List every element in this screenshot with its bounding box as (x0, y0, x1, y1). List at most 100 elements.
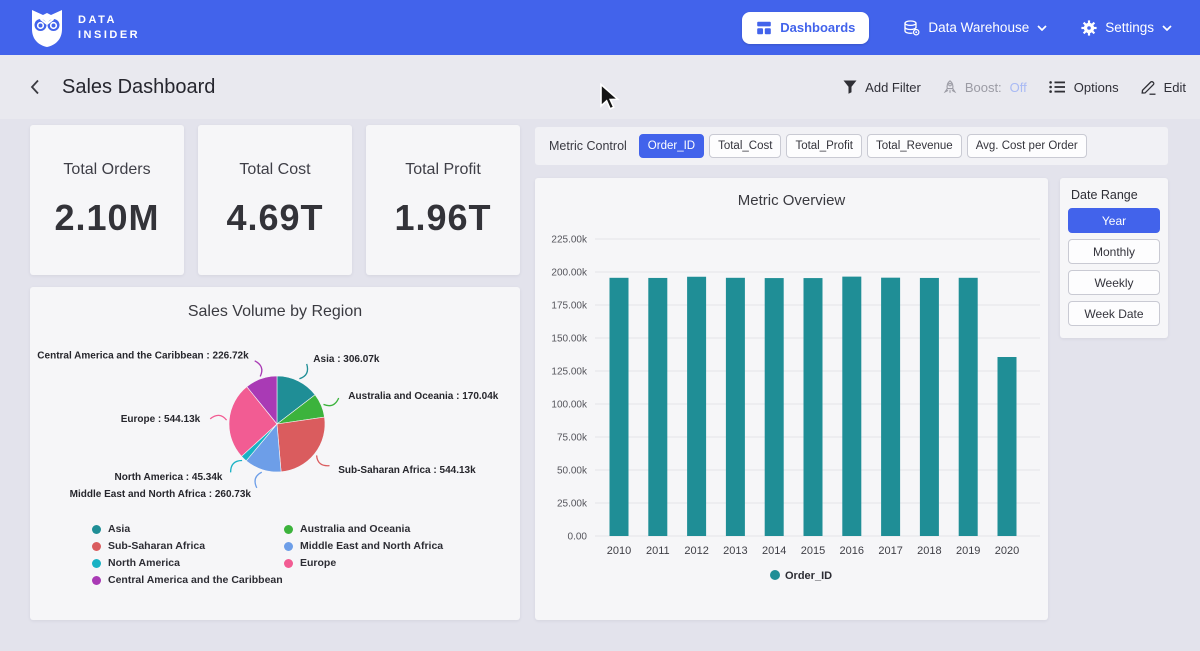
legend-dot (92, 525, 101, 534)
legend-label: Asia (108, 523, 130, 535)
pie-label-sub-saharan-africa: Sub-Saharan Africa : 544.13k (338, 465, 476, 476)
metric-chip-total-revenue[interactable]: Total_Revenue (867, 134, 962, 158)
edit-label: Edit (1164, 80, 1186, 95)
bar-2012[interactable] (687, 277, 706, 536)
top-nav: DATA INSIDER Dashboards (0, 0, 1200, 55)
pie-chart-card: Sales Volume by Region Asia : 306.07kAus… (30, 287, 520, 620)
chevron-down-icon (1162, 25, 1172, 31)
pie-leader-line (231, 461, 243, 473)
chevron-left-icon (30, 79, 40, 95)
x-tick-label: 2020 (995, 545, 1019, 557)
data-warehouse-menu[interactable]: Data Warehouse (903, 20, 1047, 36)
kpi-card-total-profit: Total Profit 1.96T (366, 125, 520, 275)
list-options-icon (1049, 80, 1066, 94)
legend-item-asia[interactable]: Asia (92, 523, 284, 535)
legend-item-middle-east-and-north-africa[interactable]: Middle East and North Africa (284, 540, 476, 552)
metric-chip-total-profit[interactable]: Total_Profit (786, 134, 862, 158)
pie-legend: Asia Sub-Saharan Africa North America Centr… (30, 523, 520, 591)
metric-chip-total-cost[interactable]: Total_Cost (709, 134, 781, 158)
y-tick-label: 100.00k (551, 400, 588, 411)
bar-2017[interactable] (881, 278, 900, 536)
legend-label: Middle East and North Africa (300, 540, 443, 552)
metric-chip-avg-cost-per-order[interactable]: Avg. Cost per Order (967, 134, 1087, 158)
y-tick-label: 50.00k (557, 466, 588, 477)
pie-label-europe: Europe : 544.13k (121, 414, 201, 425)
bar-legend-label: Order_ID (785, 570, 832, 582)
bar-2011[interactable] (648, 278, 667, 536)
brand-line2: INSIDER (78, 29, 140, 41)
legend-dot (284, 559, 293, 568)
bar-chart: 0.0025.00k50.00k75.00k100.00k125.00k150.… (535, 209, 1048, 611)
legend-label: Central America and the Caribbean (108, 574, 283, 586)
date-range-week-date[interactable]: Week Date (1068, 301, 1160, 326)
dashboard-body: Total Orders 2.10M Total Cost 4.69T Tota… (0, 119, 1200, 620)
nav-menu: Dashboards Data Warehouse (742, 12, 1172, 44)
x-tick-label: 2013 (723, 545, 747, 557)
bar-2014[interactable] (765, 278, 784, 536)
page-title: Sales Dashboard (62, 76, 215, 99)
pie-legend-column: Australia and Oceania Middle East and Nor… (284, 523, 476, 591)
legend-item-europe[interactable]: Europe (284, 557, 476, 569)
brand-logo[interactable]: DATA INSIDER (28, 8, 140, 48)
pie-leader-line (210, 415, 226, 420)
legend-item-north-america[interactable]: North America (92, 557, 284, 569)
metric-chip-order-id[interactable]: Order_ID (639, 134, 704, 158)
x-tick-label: 2017 (878, 545, 902, 557)
bar-chart-title: Metric Overview (535, 178, 1048, 209)
metric-control-bar: Metric Control Order_IDTotal_CostTotal_P… (535, 127, 1168, 165)
left-column: Total Orders 2.10M Total Cost 4.69T Tota… (30, 125, 520, 620)
date-range-panel: Date Range Year Monthly Weekly Week Date (1060, 178, 1168, 338)
boost-label: Boost: (965, 80, 1002, 95)
bar-2016[interactable] (842, 277, 861, 536)
edit-button[interactable]: Edit (1141, 80, 1186, 95)
dashboards-button[interactable]: Dashboards (742, 12, 869, 44)
right-column: Metric Control Order_IDTotal_CostTotal_P… (535, 125, 1168, 620)
y-tick-label: 75.00k (557, 433, 588, 444)
metric-buttons: Order_IDTotal_CostTotal_ProfitTotal_Reve… (639, 134, 1087, 158)
x-tick-label: 2014 (762, 545, 786, 557)
date-range-buttons: Year Monthly Weekly Week Date (1068, 208, 1160, 326)
kpi-card-total-orders: Total Orders 2.10M (30, 125, 184, 275)
x-tick-label: 2016 (840, 545, 864, 557)
bar-2015[interactable] (804, 278, 823, 536)
rocket-icon (943, 80, 957, 94)
bar-2019[interactable] (959, 278, 978, 536)
boost-value: Off (1010, 80, 1027, 95)
add-filter-label: Add Filter (865, 80, 921, 95)
legend-item-central-america-and-the-caribbean[interactable]: Central America and the Caribbean (92, 574, 284, 586)
kpi-label: Total Profit (405, 161, 481, 179)
pie-chart: Asia : 306.07kAustralia and Oceania : 17… (30, 321, 520, 521)
pie-slice-sub-saharan-africa[interactable] (277, 417, 325, 472)
date-range-monthly[interactable]: Monthly (1068, 239, 1160, 264)
legend-label: Europe (300, 557, 336, 569)
bar-legend-dot (770, 570, 780, 580)
legend-dot (92, 559, 101, 568)
kpi-value: 4.69T (226, 197, 323, 239)
legend-item-sub-saharan-africa[interactable]: Sub-Saharan Africa (92, 540, 284, 552)
chart-row: Metric Overview 0.0025.00k50.00k75.00k10… (535, 178, 1168, 620)
x-tick-label: 2018 (917, 545, 941, 557)
brand-text: DATA INSIDER (78, 14, 140, 41)
legend-item-australia-and-oceania[interactable]: Australia and Oceania (284, 523, 476, 535)
date-range-label: Date Range (1068, 188, 1160, 202)
pie-chart-title: Sales Volume by Region (30, 287, 520, 321)
date-range-year[interactable]: Year (1068, 208, 1160, 233)
bar-2010[interactable] (610, 278, 629, 536)
x-tick-label: 2010 (607, 545, 631, 557)
legend-dot (284, 525, 293, 534)
pie-leader-line (324, 398, 339, 406)
settings-menu[interactable]: Settings (1081, 20, 1172, 36)
dashboards-label: Dashboards (780, 20, 855, 35)
back-button[interactable] (30, 79, 40, 95)
boost-toggle[interactable]: Boost: Off (943, 80, 1027, 95)
legend-label: Australia and Oceania (300, 523, 410, 535)
legend-label: Sub-Saharan Africa (108, 540, 205, 552)
date-range-weekly[interactable]: Weekly (1068, 270, 1160, 295)
bar-2013[interactable] (726, 278, 745, 536)
bar-2020[interactable] (998, 357, 1017, 536)
add-filter-button[interactable]: Add Filter (843, 80, 921, 95)
pie-leader-line (255, 472, 262, 488)
x-tick-label: 2012 (684, 545, 708, 557)
options-button[interactable]: Options (1049, 80, 1119, 95)
bar-2018[interactable] (920, 278, 939, 536)
